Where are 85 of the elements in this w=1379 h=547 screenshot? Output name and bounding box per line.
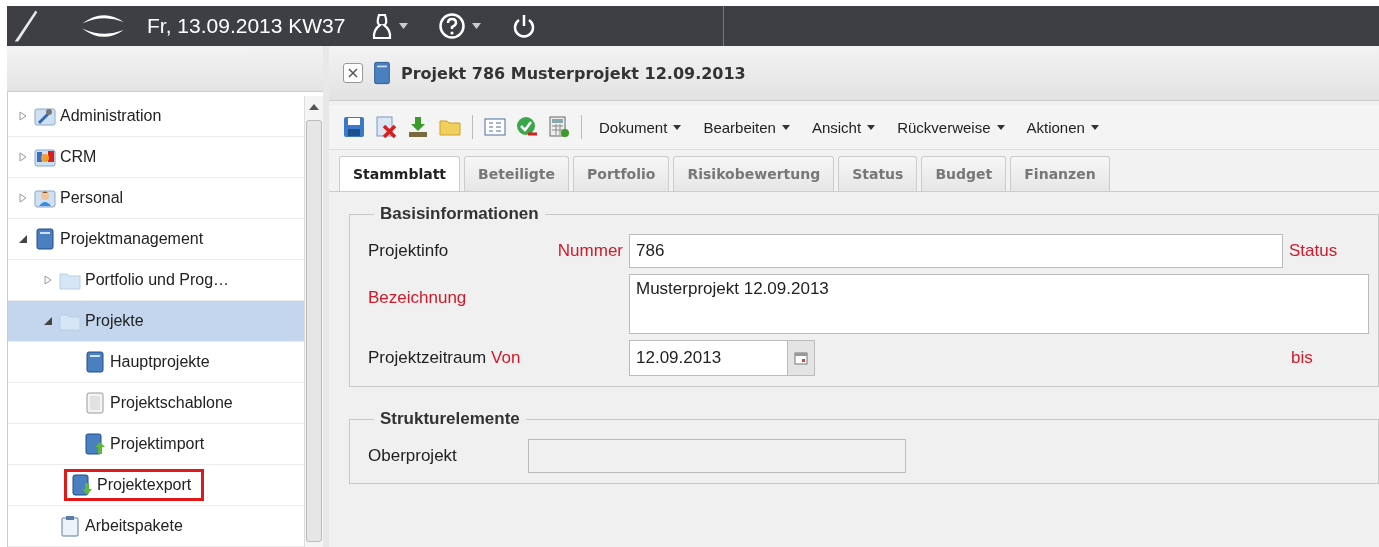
- caret-icon: [673, 124, 682, 130]
- scrollbar[interactable]: [304, 96, 323, 547]
- calculator-icon: [548, 116, 570, 138]
- tree-item[interactable]: Projektmanagement: [8, 219, 304, 260]
- help-icon: [438, 12, 467, 40]
- collapse-arrow-icon[interactable]: [18, 234, 28, 244]
- book-icon: [84, 351, 106, 373]
- delete-document-button[interactable]: [373, 114, 399, 140]
- tree-item-label: Projektschablone: [110, 394, 233, 412]
- tree-item-label: CRM: [60, 148, 97, 166]
- tree-item-label: Portfolio und Prog…: [85, 271, 230, 289]
- tree-item-label: Projektimport: [110, 435, 205, 453]
- toolbar-menu[interactable]: Rückverweise: [889, 116, 1013, 138]
- people-folder-icon: [34, 146, 56, 168]
- tab[interactable]: Beteiligte: [464, 156, 570, 191]
- field-label: Nummer: [556, 241, 623, 261]
- tree-item[interactable]: Projektimport: [8, 424, 304, 465]
- tree-item[interactable]: Projekte: [8, 301, 304, 342]
- tree-item-label: Projektmanagement: [60, 230, 204, 248]
- tree-item[interactable]: Projektschablone: [8, 383, 304, 424]
- user-icon: [371, 12, 394, 40]
- tab[interactable]: Finanzen: [1010, 156, 1110, 191]
- tree-item[interactable]: Personal: [8, 178, 304, 219]
- caret-icon: [996, 124, 1005, 130]
- caret-icon: [472, 23, 482, 29]
- tree-item[interactable]: Projektexport: [8, 465, 304, 506]
- date-field[interactable]: 12.09.2013: [629, 340, 787, 376]
- tab[interactable]: Stammblatt: [339, 156, 461, 191]
- scroll-up-icon[interactable]: [309, 104, 319, 110]
- scrollbar-thumb[interactable]: [306, 120, 322, 542]
- tree-item-label: Arbeitspakete: [85, 517, 183, 535]
- caret-icon: [399, 23, 409, 29]
- field-label: Von: [491, 348, 521, 368]
- field-label: Oberprojekt: [368, 446, 458, 466]
- description-field[interactable]: Musterprojekt 12.09.2013: [629, 274, 1369, 334]
- field-label: Projektzeitraum: [368, 348, 487, 368]
- form-icon: [484, 116, 506, 138]
- calendar-icon: [794, 351, 808, 365]
- tree-item-label: Hauptprojekte: [110, 353, 210, 371]
- document-title: Projekt 786 Musterprojekt 12.09.2013: [401, 63, 746, 83]
- fieldset-legend: Basisinformationen: [374, 204, 545, 224]
- book-arrow-down-icon: [71, 474, 93, 496]
- tree-item-label: Projekte: [85, 312, 144, 330]
- tree-item[interactable]: CRM: [8, 137, 304, 178]
- tree-item[interactable]: Administration: [8, 96, 304, 137]
- clipboard-icon: [59, 515, 81, 537]
- close-icon: [348, 68, 358, 78]
- toolbar-menu[interactable]: Ansicht: [803, 116, 884, 138]
- calendar-button[interactable]: [787, 340, 815, 376]
- tree-item-label: Projektexport: [97, 476, 192, 494]
- collapse-arrow-icon[interactable]: [43, 316, 53, 326]
- tree-item-label: Administration: [60, 107, 162, 125]
- slash-logo-icon: [13, 8, 39, 44]
- close-button[interactable]: [343, 63, 363, 83]
- calculator-button[interactable]: [546, 114, 572, 140]
- document-icon: [84, 392, 106, 414]
- field-label: bis: [1291, 348, 1313, 368]
- toolbar-menu[interactable]: Bearbeiten: [695, 116, 798, 138]
- date-text: Fr, 13.09.2013 KW37: [147, 14, 346, 38]
- field-label: Bezeichnung: [368, 287, 468, 308]
- caret-icon: [781, 124, 790, 130]
- save-button[interactable]: [341, 114, 367, 140]
- tree-item[interactable]: Arbeitspakete: [8, 506, 304, 547]
- person-folder-icon: [34, 187, 56, 209]
- tree-item-label: Personal: [60, 189, 124, 207]
- toolbar-menu[interactable]: Aktionen: [1018, 116, 1107, 138]
- caret-icon: [1090, 124, 1099, 130]
- tab[interactable]: Risikobewertung: [673, 156, 835, 191]
- field-label: Status: [1289, 241, 1338, 261]
- book-icon: [373, 61, 391, 85]
- field-label: Projektinfo: [368, 241, 450, 261]
- tree-item[interactable]: Hauptprojekte: [8, 342, 304, 383]
- tab[interactable]: Status: [838, 156, 918, 191]
- tab[interactable]: Portfolio: [573, 156, 670, 191]
- wrench-folder-icon: [34, 105, 56, 127]
- toolbar-menu[interactable]: Dokument: [591, 116, 690, 138]
- caret-icon: [867, 124, 876, 130]
- book-icon: [34, 228, 56, 250]
- document-x-icon: [375, 116, 397, 138]
- number-field[interactable]: 786: [629, 234, 1283, 268]
- fieldset-legend: Strukturelemente: [374, 409, 526, 429]
- check-icon: [516, 116, 538, 138]
- download-arrow-icon: [407, 116, 429, 138]
- tab[interactable]: Budget: [921, 156, 1007, 191]
- book-arrow-up-icon: [84, 433, 106, 455]
